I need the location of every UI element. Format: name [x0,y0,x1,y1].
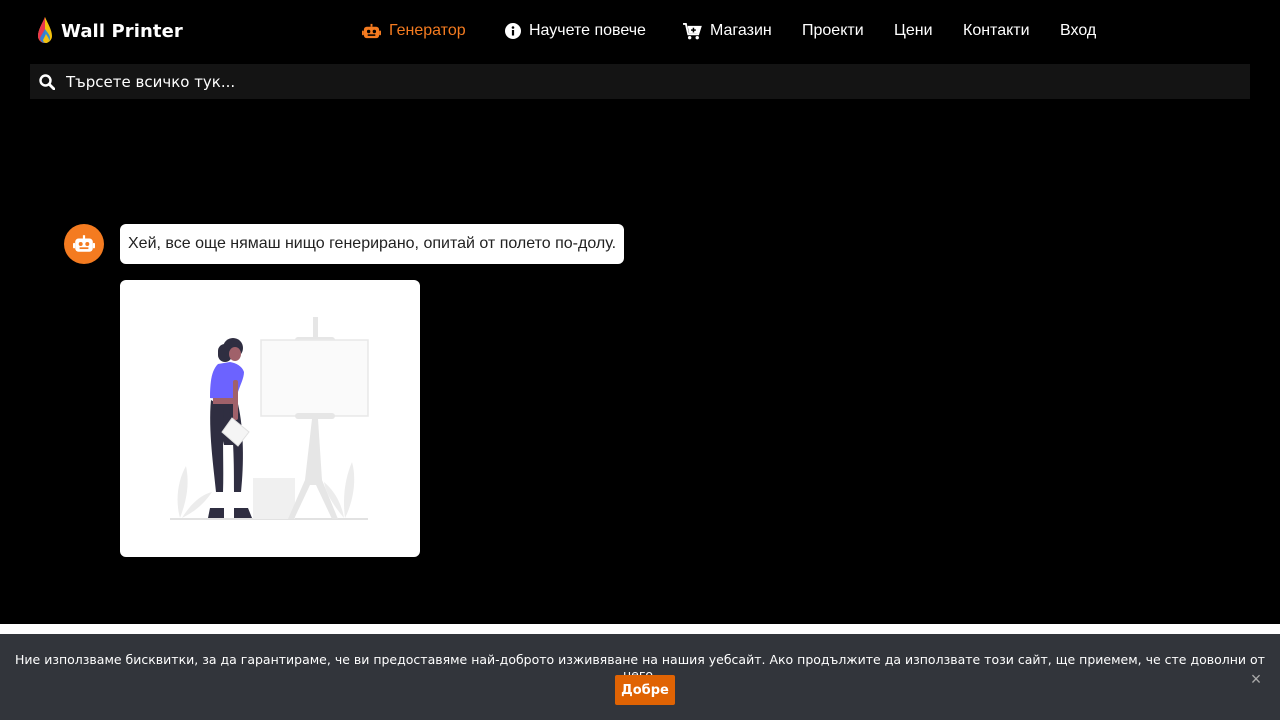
nav-label: Цени [894,22,933,39]
nav-item-generator[interactable]: Генератор [362,22,466,40]
cookie-accept-button[interactable]: Добре [615,675,675,705]
header: Wall Printer Генератор Научете повече Ма… [0,0,1280,64]
search-input[interactable] [66,64,1236,99]
brand-name: Wall Printer [61,20,183,42]
cart-icon [683,22,702,39]
artist-easel-illustration [170,317,369,520]
close-icon[interactable]: × [1247,670,1265,688]
logo-drop-icon [38,17,52,43]
chat-message: Хей, все още нямаш нищо генерирано, опит… [120,224,625,264]
nav-label: Проекти [802,22,864,39]
cookie-notice: Ние използваме бисквитки, за да гарантир… [0,634,1280,720]
nav-label: Научете повече [529,22,646,39]
nav-label: Генератор [389,22,466,39]
nav-item-login[interactable]: Вход [1060,22,1096,40]
empty-state-illustration [120,280,420,557]
nav-item-learn-more[interactable]: Научете повече [505,22,646,40]
search-icon[interactable] [39,74,55,90]
nav-item-shop[interactable]: Магазин [683,22,772,40]
logo[interactable]: Wall Printer [36,16,183,46]
robot-icon [362,23,381,38]
nav-label: Вход [1060,22,1097,39]
footer-divider [0,624,1280,634]
bot-avatar [64,224,104,264]
nav-label: Магазин [710,22,772,39]
nav-item-contacts[interactable]: Контакти [963,22,1030,40]
nav-item-prices[interactable]: Цени [894,22,933,40]
robot-icon [73,235,95,252]
nav-item-projects[interactable]: Проекти [802,22,864,40]
info-circle-icon [505,23,521,39]
nav-label: Контакти [963,22,1030,39]
